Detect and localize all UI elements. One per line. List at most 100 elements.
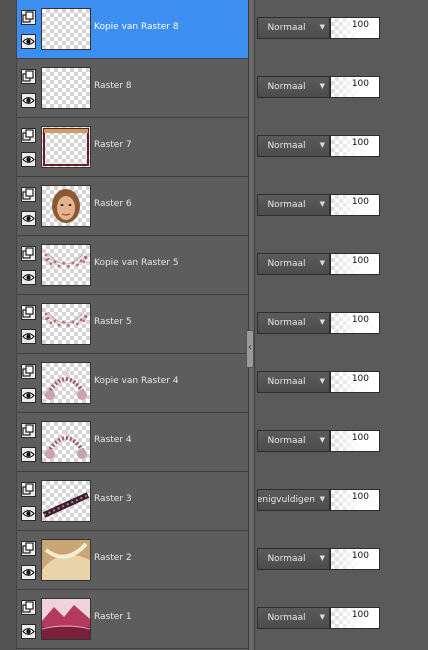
eye-icon[interactable] [21, 565, 36, 580]
layer-thumbnail [41, 362, 91, 404]
opacity-value: 100 [351, 551, 369, 561]
blend-mode-dropdown[interactable]: Normaal ▼ [257, 76, 330, 98]
opacity-slider[interactable]: 100 [330, 548, 380, 570]
layer-controls: Vermenigvuldigen ▼ 100 [254, 472, 428, 530]
opacity-slider[interactable]: 100 [330, 607, 380, 629]
blend-mode-value: Vermenigvuldigen [258, 495, 315, 505]
blend-mode-value: Normaal [267, 23, 306, 33]
opacity-slider[interactable]: 100 [330, 76, 380, 98]
layer-row[interactable]: Raster 6 [17, 177, 249, 236]
eye-icon[interactable] [21, 93, 36, 108]
eye-icon[interactable] [21, 506, 36, 521]
opacity-slider[interactable]: 100 [330, 489, 380, 511]
blend-mode-dropdown[interactable]: Normaal ▼ [257, 135, 330, 157]
splitter-grip[interactable]: ‹ [246, 330, 254, 368]
blend-mode-dropdown[interactable]: Normaal ▼ [257, 17, 330, 39]
layer-controls: Normaal ▼ 100 [254, 177, 428, 235]
blend-mode-value: Normaal [267, 554, 306, 564]
raster-layer-icon[interactable] [21, 364, 36, 379]
layer-name: Kopie van Raster 4 [94, 376, 179, 386]
layers-list: Kopie van Raster 8 Raster 8 Raster 7 Raster… [16, 0, 249, 650]
chevron-down-icon: ▼ [319, 259, 325, 267]
eye-icon[interactable] [21, 270, 36, 285]
layer-row[interactable]: Raster 7 [17, 118, 249, 177]
chevron-down-icon: ▼ [319, 613, 325, 621]
layer-name: Raster 7 [94, 140, 132, 150]
blend-mode-dropdown[interactable]: Normaal ▼ [257, 607, 330, 629]
opacity-slider[interactable]: 100 [330, 135, 380, 157]
layer-controls: Normaal ▼ 100 [254, 59, 428, 117]
layer-controls: Normaal ▼ 100 [254, 236, 428, 294]
chevron-down-icon: ▼ [319, 495, 325, 503]
opacity-slider[interactable]: 100 [330, 371, 380, 393]
opacity-value: 100 [351, 197, 369, 207]
layer-thumbnail [41, 185, 91, 227]
layer-row[interactable]: Kopie van Raster 5 [17, 236, 249, 295]
layer-name: Raster 1 [94, 612, 132, 622]
blend-mode-value: Normaal [267, 613, 306, 623]
raster-layer-icon[interactable] [21, 69, 36, 84]
eye-icon[interactable] [21, 447, 36, 462]
blend-mode-dropdown[interactable]: Normaal ▼ [257, 430, 330, 452]
opacity-value: 100 [351, 79, 369, 89]
eye-icon[interactable] [21, 34, 36, 49]
raster-layer-icon[interactable] [21, 600, 36, 615]
raster-layer-icon[interactable] [21, 423, 36, 438]
blend-mode-dropdown[interactable]: Normaal ▼ [257, 194, 330, 216]
opacity-slider[interactable]: 100 [330, 253, 380, 275]
layer-row[interactable]: Raster 8 [17, 59, 249, 118]
opacity-slider[interactable]: 100 [330, 194, 380, 216]
blend-mode-value: Normaal [267, 82, 306, 92]
chevron-down-icon: ▼ [319, 436, 325, 444]
raster-layer-icon[interactable] [21, 482, 36, 497]
eye-icon[interactable] [21, 152, 36, 167]
layer-thumbnail [41, 303, 91, 345]
layer-row[interactable]: Kopie van Raster 4 [17, 354, 249, 413]
blend-mode-dropdown[interactable]: Normaal ▼ [257, 253, 330, 275]
layer-name: Raster 8 [94, 81, 132, 91]
blend-mode-dropdown[interactable]: Normaal ▼ [257, 371, 330, 393]
blend-mode-dropdown[interactable]: Vermenigvuldigen ▼ [257, 489, 330, 511]
eye-icon[interactable] [21, 624, 36, 639]
layer-row[interactable]: Raster 3 [17, 472, 249, 531]
opacity-value: 100 [351, 433, 369, 443]
blend-mode-value: Normaal [267, 436, 306, 446]
opacity-slider[interactable]: 100 [330, 312, 380, 334]
layer-row[interactable]: Raster 5 [17, 295, 249, 354]
layer-controls: Normaal ▼ 100 [254, 354, 428, 412]
raster-layer-icon[interactable] [21, 246, 36, 261]
opacity-value: 100 [351, 315, 369, 325]
layer-row[interactable]: Raster 1 [17, 590, 249, 649]
opacity-slider[interactable]: 100 [330, 17, 380, 39]
opacity-value: 100 [351, 492, 369, 502]
layer-row[interactable]: Raster 2 [17, 531, 249, 590]
layer-thumbnail [41, 480, 91, 522]
eye-icon[interactable] [21, 388, 36, 403]
eye-icon[interactable] [21, 211, 36, 226]
chevron-down-icon: ▼ [319, 554, 325, 562]
eye-icon[interactable] [21, 329, 36, 344]
blend-mode-dropdown[interactable]: Normaal ▼ [257, 548, 330, 570]
raster-layer-icon[interactable] [21, 541, 36, 556]
chevron-down-icon: ▼ [319, 377, 325, 385]
layer-controls: Normaal ▼ 100 [254, 118, 428, 176]
opacity-value: 100 [351, 138, 369, 148]
raster-layer-icon[interactable] [21, 10, 36, 25]
raster-layer-icon[interactable] [21, 305, 36, 320]
layer-thumbnail [41, 421, 91, 463]
opacity-value: 100 [351, 610, 369, 620]
layer-name: Kopie van Raster 8 [94, 22, 179, 32]
opacity-slider[interactable]: 100 [330, 430, 380, 452]
layer-row[interactable]: Raster 4 [17, 413, 249, 472]
blend-mode-value: Normaal [267, 141, 306, 151]
chevron-down-icon: ▼ [319, 82, 325, 90]
layer-thumbnail [41, 67, 91, 109]
layer-row[interactable]: Kopie van Raster 8 [17, 0, 249, 59]
blend-mode-value: Normaal [267, 200, 306, 210]
raster-layer-icon[interactable] [21, 187, 36, 202]
raster-layer-icon[interactable] [21, 128, 36, 143]
layer-controls: Normaal ▼ 100 [254, 590, 428, 648]
blend-mode-dropdown[interactable]: Normaal ▼ [257, 312, 330, 334]
chevron-down-icon: ▼ [319, 23, 325, 31]
layer-thumbnail [41, 244, 91, 286]
